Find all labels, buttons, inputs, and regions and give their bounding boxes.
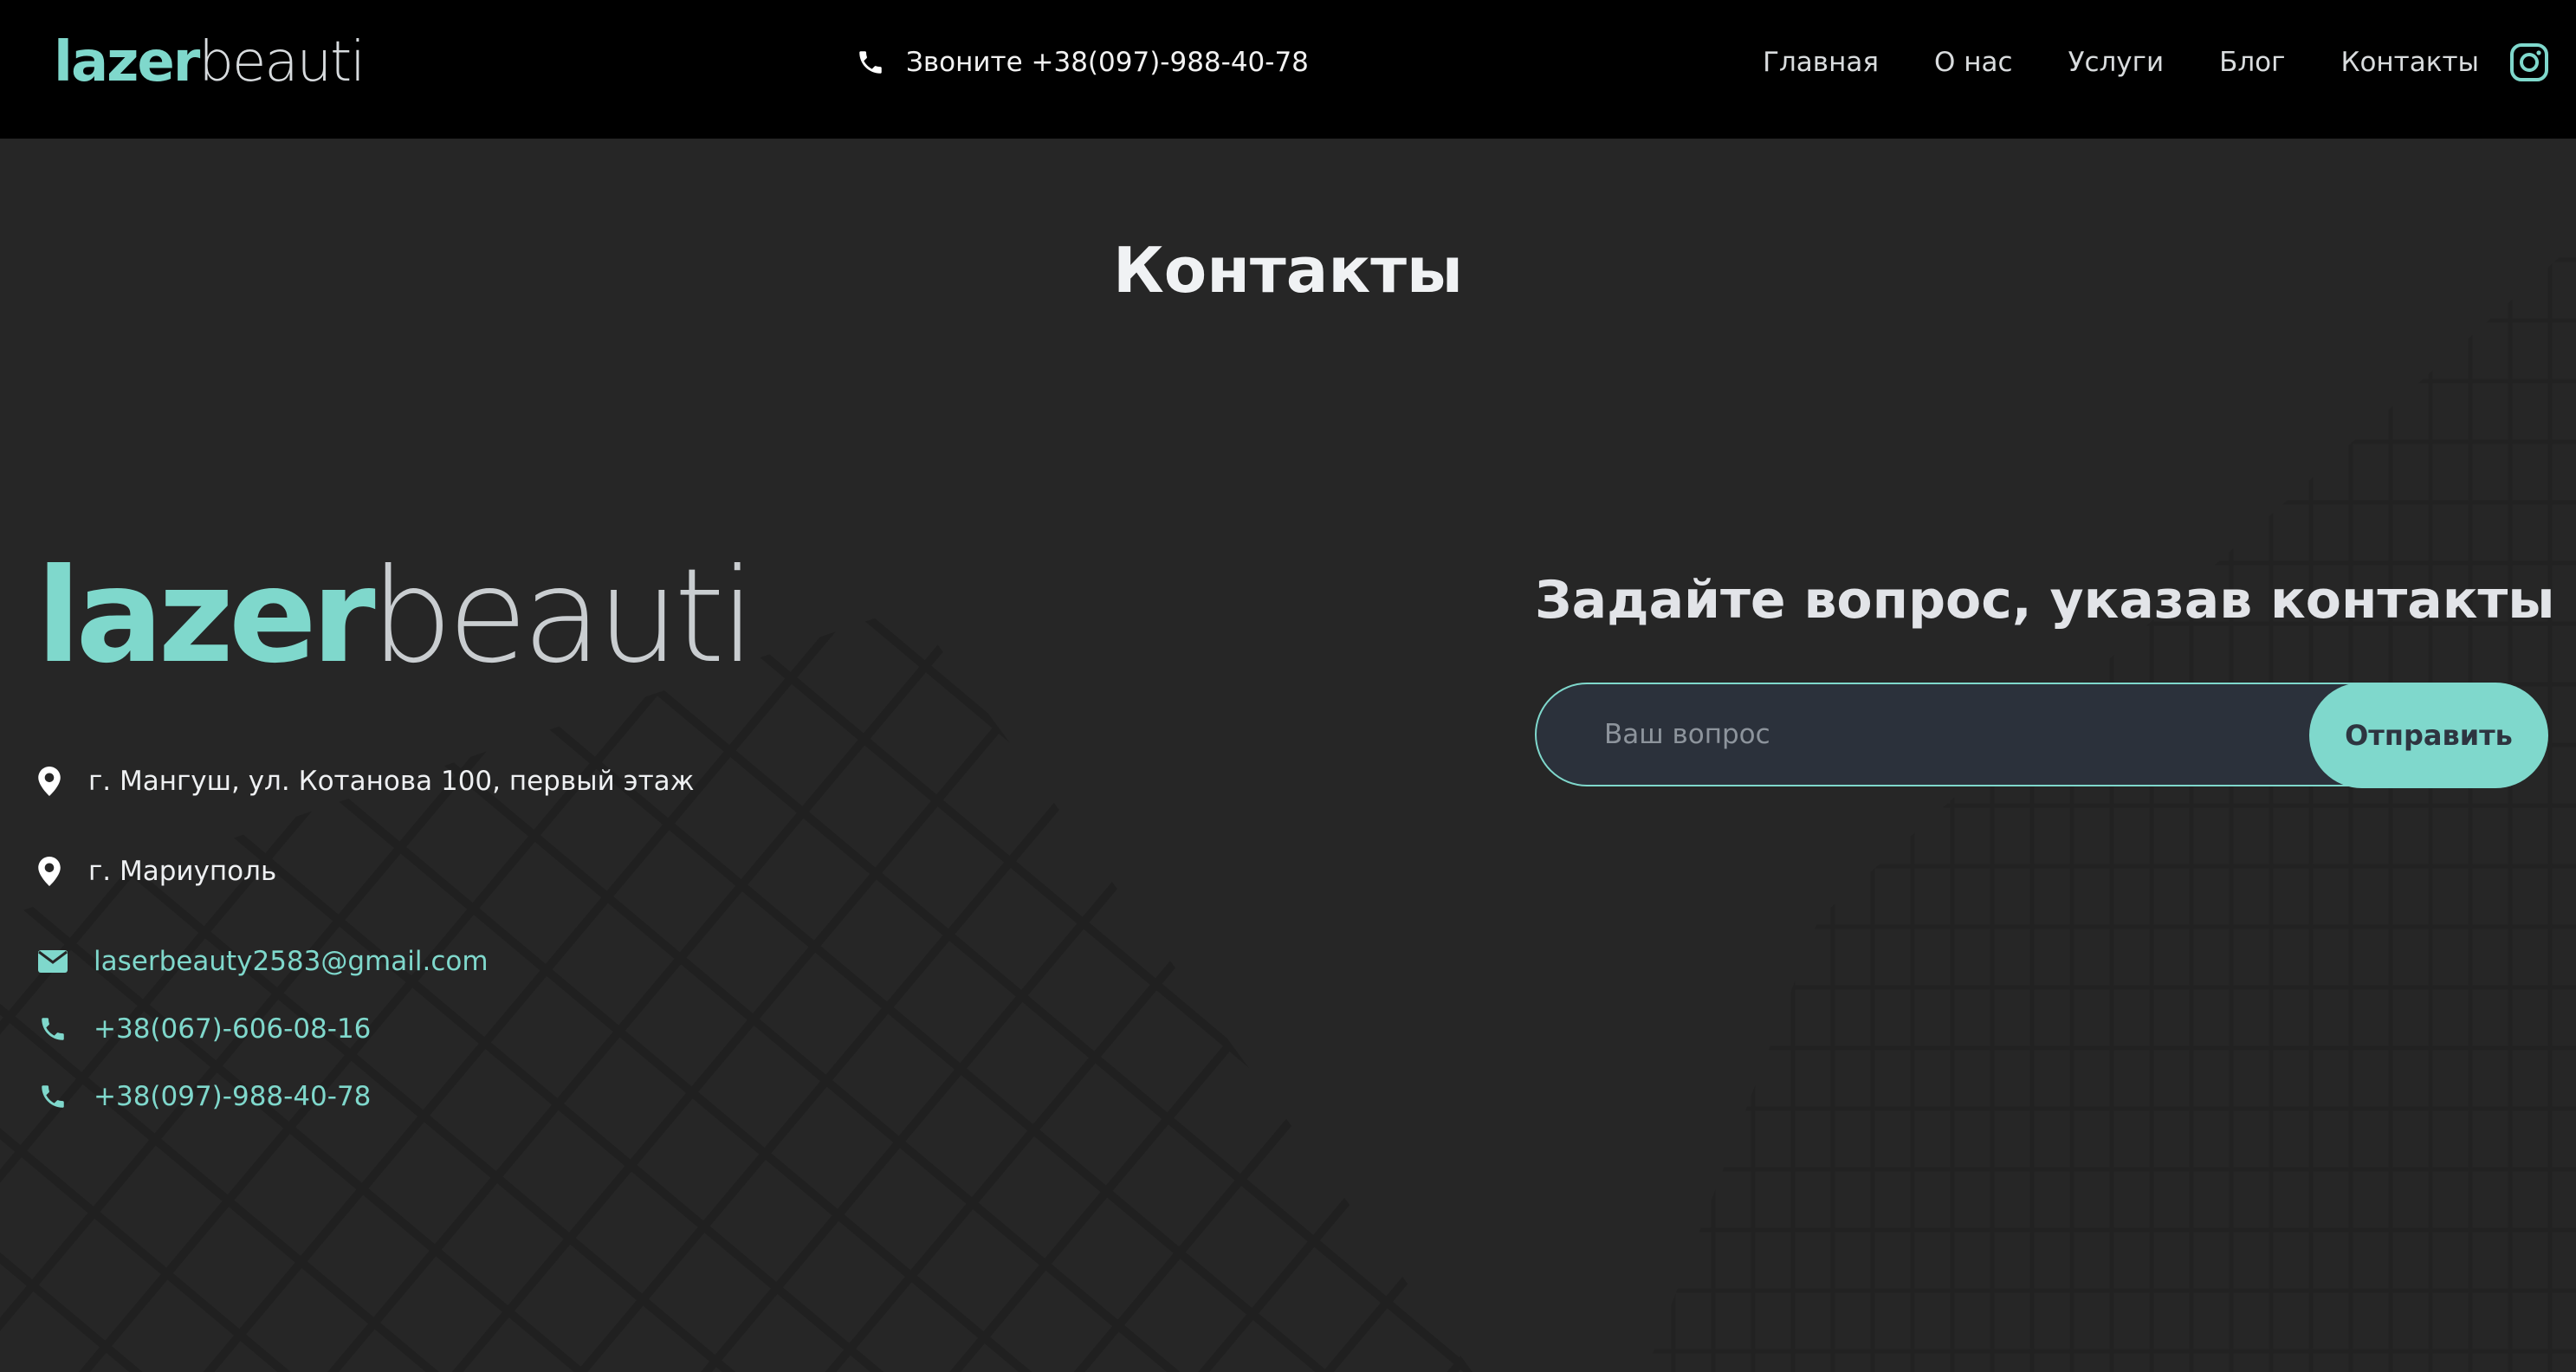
address-text: г. Мариуполь	[88, 856, 277, 887]
phone-link[interactable]: +38(067)-606-08-16	[94, 1013, 371, 1045]
phone-icon	[38, 1079, 69, 1114]
form-title: Задайте вопрос, указав контакты	[1535, 570, 2555, 631]
logo-part-beauti: beauti	[370, 541, 756, 692]
contacts-logo: lazerbeauti	[36, 530, 756, 703]
email-link[interactable]: laserbeauty2583@gmail.com	[94, 946, 489, 977]
phone-icon	[859, 51, 882, 74]
logo-part-lazer: lazer	[36, 541, 376, 692]
map-pin-icon	[38, 854, 69, 889]
contact-phone-2[interactable]: +38(097)-988-40-78	[38, 1076, 371, 1117]
page-title: Контакты	[1112, 234, 1464, 307]
contact-phone-1[interactable]: +38(067)-606-08-16	[38, 1008, 371, 1050]
logo-part-lazer: lazer	[54, 30, 200, 94]
instagram-icon[interactable]	[2508, 42, 2550, 83]
map-pin-icon	[38, 764, 69, 799]
address-text: г. Мангуш, ул. Котанова 100, первый этаж	[88, 766, 695, 797]
logo-part-beauti: beauti	[198, 30, 366, 94]
phone-link[interactable]: +38(097)-988-40-78	[94, 1081, 371, 1112]
nav-item-services[interactable]: Услуги	[2068, 47, 2165, 78]
contact-address-2: г. Мариуполь	[38, 851, 276, 892]
nav-item-home[interactable]: Главная	[1763, 47, 1879, 78]
send-button[interactable]: Отправить	[2309, 683, 2548, 788]
contact-address-1: г. Мангуш, ул. Котанова 100, первый этаж	[38, 760, 695, 802]
nav-item-blog[interactable]: Блог	[2219, 47, 2285, 78]
phone-icon	[38, 1012, 69, 1046]
envelope-icon	[38, 944, 69, 979]
nav-item-about[interactable]: О нас	[1934, 47, 2013, 78]
header-phone[interactable]: Звоните +38(097)-988-40-78	[856, 40, 1309, 85]
contact-email[interactable]: laserbeauty2583@gmail.com	[38, 941, 489, 982]
header-phone-text: Звоните +38(097)-988-40-78	[906, 47, 1309, 78]
header-logo[interactable]: lazerbeauti	[54, 28, 366, 97]
site-header: lazerbeauti Звоните +38(097)-988-40-78 Г…	[0, 0, 2576, 139]
main-nav: Главная О нас Услуги Блог Контакты	[1763, 38, 2479, 87]
nav-item-contacts[interactable]: Контакты	[2340, 47, 2479, 78]
